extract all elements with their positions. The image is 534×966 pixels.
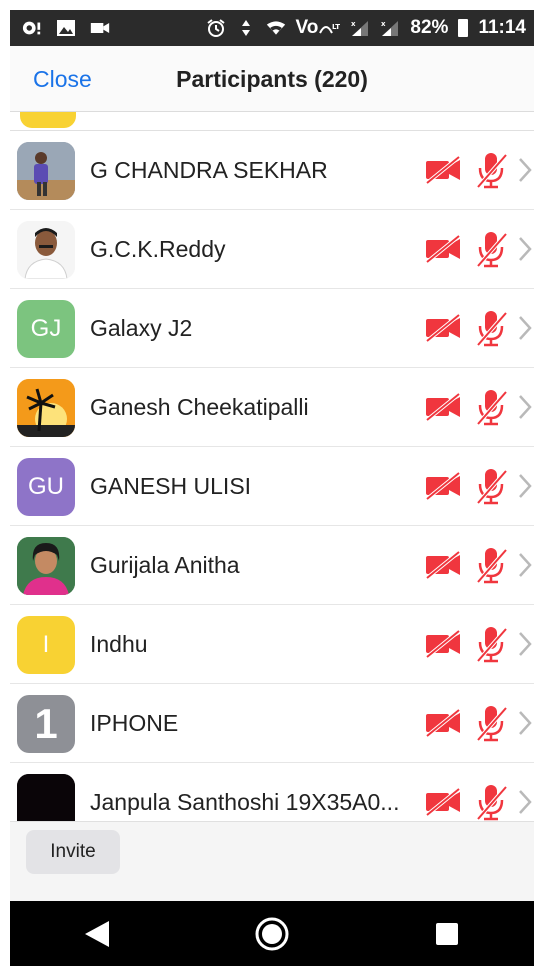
svg-text:x: x xyxy=(381,20,386,28)
mic-muted-icon xyxy=(474,625,508,663)
avatar-initials: I xyxy=(42,631,50,658)
wifi-icon xyxy=(266,19,286,37)
mic-muted-icon xyxy=(474,704,508,742)
alarm-icon xyxy=(206,19,226,37)
signal-icon: x xyxy=(380,19,400,37)
video-off-icon xyxy=(425,471,461,501)
header: Close Participants (220) xyxy=(10,46,534,112)
chevron-right-icon[interactable] xyxy=(518,157,532,183)
participant-row[interactable]: Gurijala Anitha xyxy=(10,526,534,605)
mic-muted-icon xyxy=(474,467,508,505)
avatar: 1 xyxy=(17,695,75,753)
avatar xyxy=(17,142,75,200)
video-icon xyxy=(90,19,110,37)
chevron-right-icon[interactable] xyxy=(518,710,532,736)
avatar xyxy=(17,379,75,437)
signal-icon: x xyxy=(350,19,370,37)
avatar xyxy=(20,112,76,128)
volte-label: Vo xyxy=(295,17,319,38)
battery-icon xyxy=(458,19,469,37)
svg-text:x: x xyxy=(351,20,356,28)
avatar xyxy=(17,221,75,279)
clock: 11:14 xyxy=(478,17,526,38)
participant-list[interactable]: G CHANDRA SEKHAR G.C.K.Reddy GJ Galaxy J2 Ga… xyxy=(10,112,534,821)
mic-muted-icon xyxy=(474,546,508,584)
participant-row[interactable]: G CHANDRA SEKHAR xyxy=(10,131,534,210)
chevron-right-icon[interactable] xyxy=(518,473,532,499)
battery-percent: 82% xyxy=(410,17,449,38)
svg-text:LTE: LTE xyxy=(332,23,340,31)
participant-name: IPHONE xyxy=(90,710,179,736)
avatar xyxy=(17,774,75,821)
participant-name: G CHANDRA SEKHAR xyxy=(90,157,328,183)
page-title: Participants (220) xyxy=(176,66,368,92)
avatar xyxy=(17,537,75,595)
participant-row[interactable]: GU GANESH ULISI xyxy=(10,447,534,526)
participant-name: Janpula Santhoshi 19X35A0... xyxy=(90,789,400,815)
list-item-partial xyxy=(10,112,534,131)
volte-icon: Vo LTE xyxy=(296,17,341,39)
chevron-right-icon[interactable] xyxy=(518,789,532,815)
mic-muted-icon xyxy=(474,783,508,821)
participant-name: G.C.K.Reddy xyxy=(90,236,226,262)
avatar-initials: 1 xyxy=(34,700,58,747)
participant-row[interactable]: Janpula Santhoshi 19X35A0... xyxy=(10,763,534,821)
data-arrows-icon xyxy=(236,19,256,37)
back-icon[interactable] xyxy=(67,904,127,964)
video-off-icon xyxy=(425,392,461,422)
bottom-action-bar: Invite xyxy=(10,821,534,901)
chevron-right-icon[interactable] xyxy=(518,631,532,657)
chevron-right-icon[interactable] xyxy=(518,552,532,578)
navigation-bar xyxy=(10,901,534,966)
status-bar: Vo LTE x x 82% 11:14 xyxy=(10,10,534,46)
home-icon[interactable] xyxy=(242,904,302,964)
video-off-icon xyxy=(425,313,461,343)
participant-name: Ganesh Cheekatipalli xyxy=(90,394,309,420)
avatar: GJ xyxy=(17,300,75,358)
video-off-icon xyxy=(425,787,461,817)
mic-muted-icon xyxy=(474,388,508,426)
notification-icon xyxy=(22,19,42,37)
participant-row[interactable]: G.C.K.Reddy xyxy=(10,210,534,289)
participant-name: Gurijala Anitha xyxy=(90,552,240,578)
recents-icon[interactable] xyxy=(417,904,477,964)
avatar-initials: GU xyxy=(28,473,64,500)
video-off-icon xyxy=(425,155,461,185)
participant-name: Galaxy J2 xyxy=(90,315,193,341)
participant-name: GANESH ULISI xyxy=(90,473,252,499)
video-off-icon xyxy=(425,708,461,738)
avatar: I xyxy=(17,616,75,674)
chevron-right-icon[interactable] xyxy=(518,394,532,420)
chevron-right-icon[interactable] xyxy=(518,315,532,341)
mic-muted-icon xyxy=(474,230,508,268)
participant-name: Indhu xyxy=(90,631,148,657)
chevron-right-icon[interactable] xyxy=(518,236,532,262)
avatar-initials: GJ xyxy=(30,315,62,342)
video-off-icon xyxy=(425,550,461,580)
participant-row[interactable]: I Indhu xyxy=(10,605,534,684)
participant-row[interactable]: 1 IPHONE xyxy=(10,684,534,763)
avatar: GU xyxy=(17,458,75,516)
video-off-icon xyxy=(425,629,461,659)
participant-row[interactable]: Ganesh Cheekatipalli xyxy=(10,368,534,447)
mic-muted-icon xyxy=(474,309,508,347)
participant-row[interactable]: GJ Galaxy J2 xyxy=(10,289,534,368)
mic-muted-icon xyxy=(474,151,508,189)
gallery-icon xyxy=(56,19,76,37)
video-off-icon xyxy=(425,234,461,264)
invite-button[interactable]: Invite xyxy=(26,830,120,874)
